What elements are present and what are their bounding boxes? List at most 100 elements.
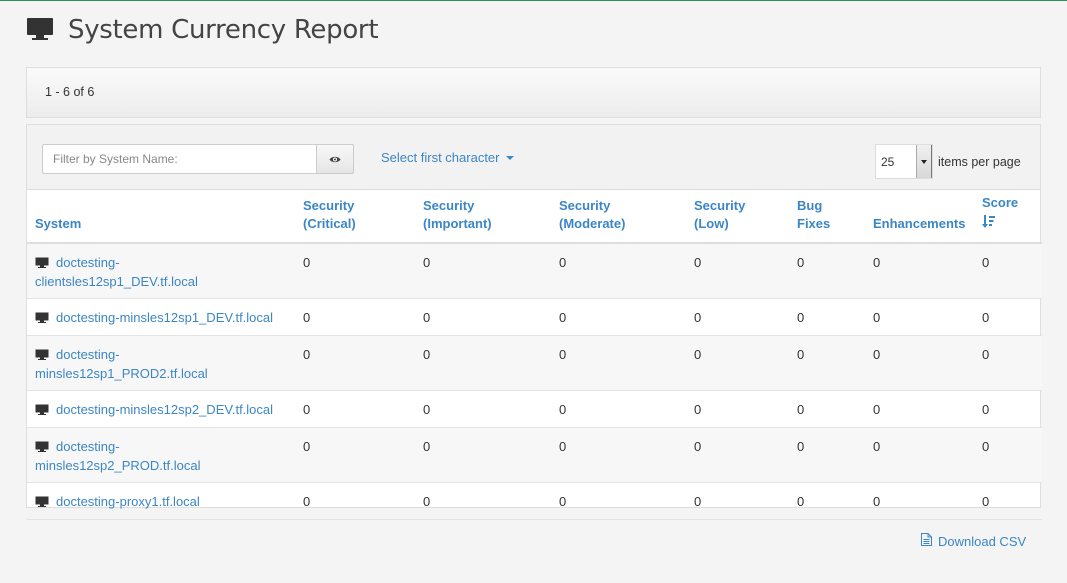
system-link[interactable]: doctesting- bbox=[56, 347, 120, 362]
critical-count-cell: 0 bbox=[295, 243, 415, 299]
important-count-cell: 0 bbox=[415, 335, 551, 391]
monitor-icon bbox=[35, 347, 49, 365]
download-csv-link[interactable]: Download CSV bbox=[921, 533, 1026, 549]
report-panel: Select first character 25 items per page… bbox=[26, 124, 1042, 520]
system-link-continued[interactable]: minsles12sp1_PROD2.tf.local bbox=[35, 366, 208, 381]
score-count-cell: 0 bbox=[974, 482, 1042, 520]
download-csv-label: Download CSV bbox=[938, 533, 1027, 549]
system-link[interactable]: doctesting- bbox=[56, 255, 120, 270]
critical-count-cell: 0 bbox=[295, 390, 415, 428]
sort-descending-icon bbox=[982, 215, 995, 233]
per-page-control: 25 items per page bbox=[875, 144, 1021, 179]
dropdown-arrow-icon[interactable] bbox=[916, 145, 932, 178]
first-character-label: Select first character bbox=[381, 150, 500, 165]
column-header-score[interactable]: Score bbox=[974, 190, 1042, 244]
score-count-cell: 0 bbox=[974, 427, 1042, 483]
bugs-count-cell: 0 bbox=[789, 335, 865, 391]
table-header-row: System Security (Critical) Security (Impor… bbox=[27, 190, 1042, 244]
enhancements-count-cell: 0 bbox=[865, 243, 974, 299]
important-count-cell: 0 bbox=[415, 482, 551, 520]
low-count-cell: 0 bbox=[686, 390, 789, 428]
system-cell: doctesting-clientsles12sp1_DEV.tf.local bbox=[27, 243, 295, 299]
system-name-filter-input[interactable] bbox=[42, 144, 316, 174]
system-link[interactable]: doctesting-proxy1.tf.local bbox=[56, 494, 200, 509]
column-header-bug-fixes[interactable]: Bug Fixes bbox=[789, 190, 865, 244]
low-count-cell: 0 bbox=[686, 427, 789, 483]
chevron-down-icon bbox=[505, 155, 514, 160]
low-count-cell: 0 bbox=[686, 243, 789, 299]
score-count-cell: 0 bbox=[974, 390, 1042, 428]
currency-table: System Security (Critical) Security (Impor… bbox=[27, 190, 1042, 520]
bugs-count-cell: 0 bbox=[789, 390, 865, 428]
system-link-continued[interactable]: clientsles12sp1_DEV.tf.local bbox=[35, 274, 198, 289]
system-cell: doctesting-minsles12sp2_PROD.tf.local bbox=[27, 427, 295, 483]
system-cell: doctesting-minsles12sp2_DEV.tf.local bbox=[27, 390, 295, 428]
critical-count-cell: 0 bbox=[295, 298, 415, 336]
score-count-cell: 0 bbox=[974, 335, 1042, 391]
table-row: doctesting-proxy1.tf.local 0 0 0 0 0 0 0 bbox=[27, 482, 1042, 520]
table-row: doctesting-clientsles12sp1_DEV.tf.local 0… bbox=[27, 243, 1042, 299]
filter-group bbox=[42, 144, 354, 174]
critical-count-cell: 0 bbox=[295, 482, 415, 520]
critical-count-cell: 0 bbox=[295, 335, 415, 391]
per-page-value: 25 bbox=[881, 154, 895, 169]
system-link[interactable]: doctesting-minsles12sp1_DEV.tf.local bbox=[56, 310, 273, 325]
moderate-count-cell: 0 bbox=[551, 390, 686, 428]
moderate-count-cell: 0 bbox=[551, 427, 686, 483]
moderate-count-cell: 0 bbox=[551, 335, 686, 391]
score-count-cell: 0 bbox=[974, 298, 1042, 336]
pager-range: 1 - 6 of 6 bbox=[45, 85, 95, 99]
bugs-count-cell: 0 bbox=[789, 427, 865, 483]
system-cell: doctesting-proxy1.tf.local bbox=[27, 482, 295, 520]
system-cell: doctesting-minsles12sp1_DEV.tf.local bbox=[27, 298, 295, 336]
column-header-security-critical[interactable]: Security (Critical) bbox=[295, 190, 415, 244]
filter-toggle-button[interactable] bbox=[316, 144, 354, 174]
critical-count-cell: 0 bbox=[295, 427, 415, 483]
moderate-count-cell: 0 bbox=[551, 243, 686, 299]
page-header: System Currency Report bbox=[26, 15, 379, 45]
moderate-count-cell: 0 bbox=[551, 482, 686, 520]
pager-panel: 1 - 6 of 6 bbox=[26, 67, 1041, 118]
table-row: doctesting-minsles12sp1_PROD2.tf.local 0 0… bbox=[27, 335, 1042, 391]
bugs-count-cell: 0 bbox=[789, 482, 865, 520]
column-header-security-low[interactable]: Security (Low) bbox=[686, 190, 789, 244]
system-link[interactable]: doctesting-minsles12sp2_DEV.tf.local bbox=[56, 402, 273, 417]
bugs-count-cell: 0 bbox=[789, 298, 865, 336]
bugs-count-cell: 0 bbox=[789, 243, 865, 299]
monitor-icon bbox=[35, 439, 49, 457]
monitor-icon bbox=[35, 402, 49, 420]
table-row: doctesting-minsles12sp2_PROD.tf.local 0 0 0… bbox=[27, 427, 1042, 483]
column-header-system[interactable]: System bbox=[27, 190, 295, 244]
page-title: System Currency Report bbox=[68, 15, 379, 45]
monitor-icon bbox=[35, 310, 49, 328]
monitor-icon bbox=[35, 494, 49, 512]
low-count-cell: 0 bbox=[686, 298, 789, 336]
low-count-cell: 0 bbox=[686, 482, 789, 520]
column-header-security-moderate[interactable]: Security (Moderate) bbox=[551, 190, 686, 244]
important-count-cell: 0 bbox=[415, 298, 551, 336]
monitor-icon bbox=[35, 255, 49, 273]
column-header-security-important[interactable]: Security (Important) bbox=[415, 190, 551, 244]
system-cell: doctesting-minsles12sp1_PROD2.tf.local bbox=[27, 335, 295, 391]
score-count-cell: 0 bbox=[974, 243, 1042, 299]
table-row: doctesting-minsles12sp1_DEV.tf.local 0 0 0 0… bbox=[27, 298, 1042, 336]
system-link-continued[interactable]: minsles12sp2_PROD.tf.local bbox=[35, 458, 200, 473]
first-character-dropdown[interactable]: Select first character bbox=[381, 150, 514, 165]
enhancements-count-cell: 0 bbox=[865, 427, 974, 483]
enhancements-count-cell: 0 bbox=[865, 390, 974, 428]
enhancements-count-cell: 0 bbox=[865, 335, 974, 391]
eye-icon bbox=[329, 152, 341, 167]
important-count-cell: 0 bbox=[415, 427, 551, 483]
enhancements-count-cell: 0 bbox=[865, 482, 974, 520]
system-link[interactable]: doctesting- bbox=[56, 439, 120, 454]
csv-file-icon bbox=[921, 533, 938, 549]
low-count-cell: 0 bbox=[686, 335, 789, 391]
column-header-enhancements[interactable]: Enhancements bbox=[865, 190, 974, 244]
per-page-label: items per page bbox=[938, 154, 1021, 169]
moderate-count-cell: 0 bbox=[551, 298, 686, 336]
table-row: doctesting-minsles12sp2_DEV.tf.local 0 0 0 0… bbox=[27, 390, 1042, 428]
important-count-cell: 0 bbox=[415, 243, 551, 299]
per-page-select[interactable]: 25 bbox=[875, 144, 933, 179]
enhancements-count-cell: 0 bbox=[865, 298, 974, 336]
important-count-cell: 0 bbox=[415, 390, 551, 428]
